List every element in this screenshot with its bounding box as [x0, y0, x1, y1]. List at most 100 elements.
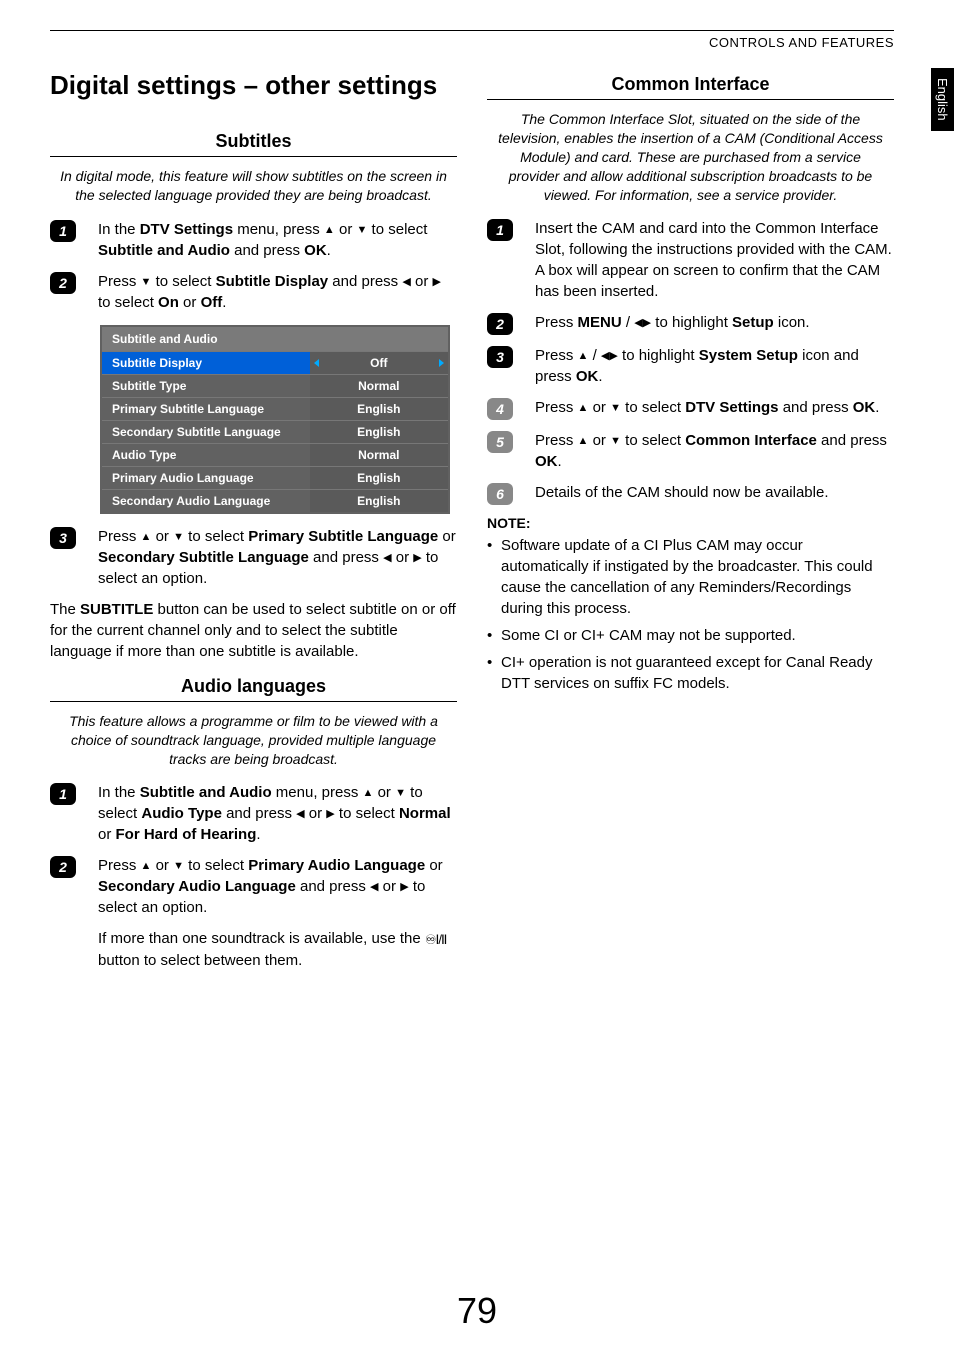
- page-title: Digital settings – other settings: [50, 70, 457, 101]
- step-text: Press ▲ or ▼ to select Primary Subtitle …: [98, 526, 457, 589]
- step-text: Press MENU / ◀▶ to highlight Setup icon.: [535, 312, 894, 333]
- right-icon: ▶: [326, 807, 334, 822]
- header-section: CONTROLS AND FEATURES: [50, 35, 894, 50]
- notes-list: Software update of a CI Plus CAM may occ…: [487, 535, 894, 694]
- left-icon: ◀: [296, 807, 304, 822]
- step-badge-1: 1: [487, 219, 513, 241]
- ci-intro: The Common Interface Slot, situated on t…: [493, 110, 888, 204]
- step-text: Press ▲ / ◀▶ to highlight System Setup i…: [535, 345, 894, 387]
- ci-step-6: 6 Details of the CAM should now be avail…: [487, 482, 894, 505]
- osd-row-label: Subtitle Display: [102, 352, 310, 374]
- right-icon: ▶: [433, 275, 441, 290]
- step-badge-3: 3: [50, 527, 76, 549]
- down-icon: ▼: [173, 859, 184, 874]
- left-icon: ◀: [402, 275, 410, 290]
- up-icon: ▲: [363, 786, 374, 801]
- subtitles-step-2: 2 Press ▼ to select Subtitle Display and…: [50, 271, 457, 313]
- page-number: 79: [0, 1290, 954, 1332]
- note-item: Software update of a CI Plus CAM may occ…: [487, 535, 894, 619]
- step-text: Press ▲ or ▼ to select Primary Audio Lan…: [98, 855, 457, 918]
- subtitles-step-3: 3 Press ▲ or ▼ to select Primary Subtitl…: [50, 526, 457, 589]
- osd-row: Subtitle TypeNormal: [102, 374, 448, 397]
- step-badge-3: 3: [487, 346, 513, 368]
- step-badge-1: 1: [50, 783, 76, 805]
- osd-title: Subtitle and Audio: [102, 327, 448, 351]
- step-badge-6: 6: [487, 483, 513, 505]
- audio-soundtrack-para: If more than one soundtrack is available…: [98, 928, 457, 970]
- osd-row: Subtitle DisplayOff: [102, 351, 448, 374]
- audio-heading: Audio languages: [50, 676, 457, 702]
- subtitle-button-para: The SUBTITLE button can be used to selec…: [50, 599, 457, 662]
- osd-row-value: English: [310, 490, 448, 512]
- step-badge-1: 1: [50, 220, 76, 242]
- note-label: NOTE:: [487, 515, 894, 531]
- ci-step-1: 1 Insert the CAM and card into the Commo…: [487, 218, 894, 302]
- left-icon: ◀: [370, 880, 378, 895]
- right-icon: ▶: [643, 316, 651, 331]
- step-badge-4: 4: [487, 398, 513, 420]
- right-icon: ▶: [609, 349, 617, 364]
- right-column: Common Interface The Common Interface Sl…: [487, 70, 894, 981]
- step-text: Press ▲ or ▼ to select DTV Settings and …: [535, 397, 894, 418]
- osd-row-value: Normal: [310, 375, 448, 397]
- osd-row-value: Normal: [310, 444, 448, 466]
- osd-row-label: Primary Subtitle Language: [102, 398, 310, 420]
- ci-step-4: 4 Press ▲ or ▼ to select DTV Settings an…: [487, 397, 894, 420]
- osd-row: Primary Audio LanguageEnglish: [102, 466, 448, 489]
- up-icon: ▲: [578, 401, 589, 416]
- subtitles-step-1: 1 In the DTV Settings menu, press ▲ or ▼…: [50, 219, 457, 261]
- step-text: Press ▼ to select Subtitle Display and p…: [98, 271, 457, 313]
- step-text: Details of the CAM should now be availab…: [535, 482, 894, 503]
- subtitles-heading: Subtitles: [50, 131, 457, 157]
- step-text: Insert the CAM and card into the Common …: [535, 218, 894, 302]
- note-item: CI+ operation is not guaranteed except f…: [487, 652, 894, 694]
- right-arrow-icon: [439, 359, 444, 367]
- osd-row-value: English: [310, 398, 448, 420]
- down-icon: ▼: [610, 401, 621, 416]
- up-icon: ▲: [578, 434, 589, 449]
- note-item: Some CI or CI+ CAM may not be supported.: [487, 625, 894, 646]
- up-icon: ▲: [324, 223, 335, 238]
- osd-row: Secondary Subtitle LanguageEnglish: [102, 420, 448, 443]
- down-icon: ▼: [173, 530, 184, 545]
- osd-row: Secondary Audio LanguageEnglish: [102, 489, 448, 512]
- language-tab: English: [931, 68, 954, 131]
- osd-subtitle-audio: Subtitle and Audio Subtitle DisplayOffSu…: [100, 325, 450, 514]
- subtitles-intro: In digital mode, this feature will show …: [56, 167, 451, 205]
- osd-row-label: Audio Type: [102, 444, 310, 466]
- step-text: In the DTV Settings menu, press ▲ or ▼ t…: [98, 219, 457, 261]
- left-column: Digital settings – other settings Subtit…: [50, 70, 457, 981]
- header-rule: [50, 30, 894, 31]
- content-columns: Digital settings – other settings Subtit…: [50, 70, 894, 981]
- right-icon: ▶: [413, 551, 421, 566]
- ci-step-2: 2 Press MENU / ◀▶ to highlight Setup ico…: [487, 312, 894, 335]
- audio-intro: This feature allows a programme or film …: [56, 712, 451, 769]
- down-icon: ▼: [141, 275, 152, 290]
- left-icon: ◀: [383, 551, 391, 566]
- step-badge-2: 2: [50, 272, 76, 294]
- step-badge-2: 2: [487, 313, 513, 335]
- osd-row-value: English: [310, 421, 448, 443]
- ci-heading: Common Interface: [487, 74, 894, 100]
- left-icon: ◀: [634, 316, 642, 331]
- osd-row: Primary Subtitle LanguageEnglish: [102, 397, 448, 420]
- osd-row-label: Secondary Subtitle Language: [102, 421, 310, 443]
- stereo-mono-icon: ♾Ⅰ/Ⅱ: [425, 931, 447, 949]
- osd-row: Audio TypeNormal: [102, 443, 448, 466]
- osd-row-value: Off: [310, 352, 448, 374]
- audio-step-2: 2 Press ▲ or ▼ to select Primary Audio L…: [50, 855, 457, 918]
- up-icon: ▲: [578, 349, 589, 364]
- osd-row-value: English: [310, 467, 448, 489]
- left-arrow-icon: [314, 359, 319, 367]
- up-icon: ▲: [141, 530, 152, 545]
- step-text: Press ▲ or ▼ to select Common Interface …: [535, 430, 894, 472]
- audio-step-1: 1 In the Subtitle and Audio menu, press …: [50, 782, 457, 845]
- step-badge-2: 2: [50, 856, 76, 878]
- up-icon: ▲: [141, 859, 152, 874]
- ci-step-5: 5 Press ▲ or ▼ to select Common Interfac…: [487, 430, 894, 472]
- down-icon: ▼: [610, 434, 621, 449]
- osd-row-label: Primary Audio Language: [102, 467, 310, 489]
- right-icon: ▶: [400, 880, 408, 895]
- osd-row-label: Secondary Audio Language: [102, 490, 310, 512]
- osd-row-label: Subtitle Type: [102, 375, 310, 397]
